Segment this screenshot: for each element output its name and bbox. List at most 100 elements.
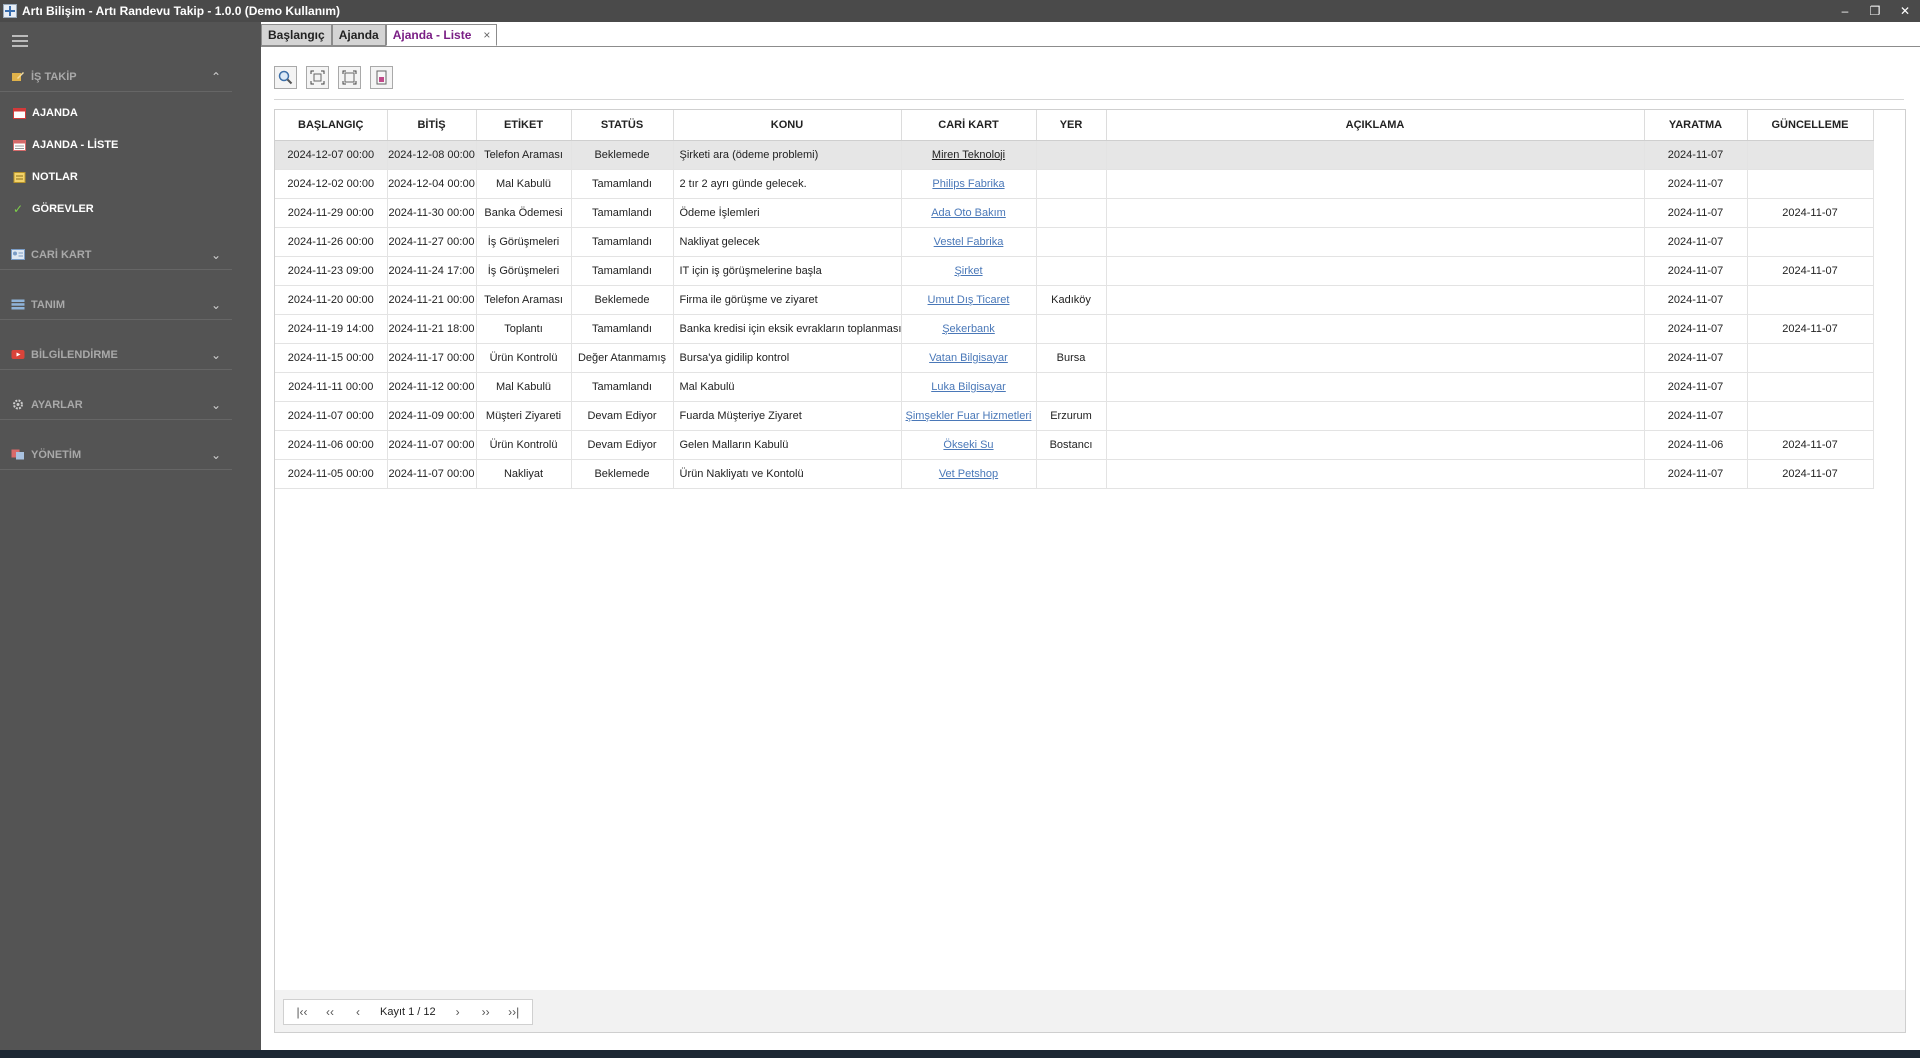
cari-kart-link[interactable]: Miren Teknoloji — [932, 149, 1005, 161]
table-cell: 2024-11-07 — [1644, 343, 1748, 373]
sidebar-group-label: İŞ TAKİP — [31, 70, 77, 83]
cari-kart-link[interactable]: Şimşekler Fuar Hizmetleri — [906, 410, 1032, 422]
table-row[interactable]: 2024-11-07 00:00 2024-11-09 00:00 Müşteri … — [275, 401, 1874, 431]
table-cell — [1106, 198, 1645, 228]
table-cell: Devam Ediyor — [571, 401, 674, 431]
table-cell: Philips Fabrika — [901, 169, 1037, 199]
table-row[interactable]: 2024-12-07 00:00 2024-12-08 00:00 Telefon … — [275, 140, 1874, 170]
sidebar-group-ayarlar[interactable]: AYARLAR ⌄ — [0, 390, 232, 420]
search-button[interactable] — [274, 66, 297, 89]
users-icon — [11, 449, 24, 460]
next-page-group-button[interactable]: ›› — [472, 1001, 500, 1023]
sidebar-group-bilgilendirme[interactable]: BİLGİLENDİRME ⌄ — [0, 340, 232, 370]
export-button[interactable] — [370, 66, 393, 89]
cari-kart-link[interactable]: Şirket — [954, 265, 982, 277]
sidebar-item-ajanda[interactable]: AJANDA — [0, 101, 232, 125]
column-header[interactable]: YARATMA — [1644, 110, 1748, 141]
table-cell — [1747, 169, 1874, 199]
tab-label: Ajanda - Liste — [392, 28, 472, 42]
table-cell: Tamamlandı — [571, 256, 674, 286]
table-cell: 2024-11-19 14:00 — [275, 314, 388, 344]
tab-ajanda-liste[interactable]: Ajanda - Liste × — [385, 24, 498, 46]
tab-label: Başlangıç — [268, 28, 325, 42]
table-row[interactable]: 2024-11-23 09:00 2024-11-24 17:00 İş Görüş… — [275, 256, 1874, 286]
cari-kart-link[interactable]: Umut Dış Ticaret — [928, 294, 1010, 306]
expand-button[interactable] — [306, 66, 329, 89]
table-row[interactable]: 2024-11-26 00:00 2024-11-27 00:00 İş Görüş… — [275, 227, 1874, 257]
column-header[interactable]: AÇIKLAMA — [1106, 110, 1645, 141]
first-page-button[interactable]: |‹‹ — [288, 1001, 316, 1023]
cari-kart-link[interactable]: Ökseki Su — [943, 439, 993, 451]
table-row[interactable]: 2024-11-06 00:00 2024-11-07 00:00 Ürün Kon… — [275, 430, 1874, 460]
pencil-note-icon — [12, 72, 24, 81]
table-row[interactable]: 2024-12-02 00:00 2024-12-04 00:00 Mal Kabu… — [275, 169, 1874, 199]
column-header[interactable]: ETİKET — [476, 110, 572, 141]
column-header[interactable]: BİTİŞ — [387, 110, 477, 141]
column-header[interactable]: YER — [1036, 110, 1107, 141]
last-page-button[interactable]: ››| — [500, 1001, 528, 1023]
column-header[interactable]: KONU — [673, 110, 902, 141]
table-cell: 2024-11-21 00:00 — [387, 285, 477, 315]
column-header[interactable]: CARİ KART — [901, 110, 1037, 141]
table-row[interactable]: 2024-11-20 00:00 2024-11-21 00:00 Telefon … — [275, 285, 1874, 315]
tab-baslangic[interactable]: Başlangıç — [261, 24, 332, 46]
table-cell — [1106, 459, 1645, 489]
prev-page-button[interactable]: ‹ — [344, 1001, 372, 1023]
chevron-down-icon: ⌄ — [210, 347, 221, 362]
table-cell: Beklemede — [571, 285, 674, 315]
data-grid: BAŞLANGIÇ BİTİŞ ETİKET STATÜS KONU CARİ KART Y… — [274, 109, 1906, 1033]
table-row[interactable]: 2024-11-11 00:00 2024-11-12 00:00 Mal Kabu… — [275, 372, 1874, 402]
sidebar-group-is-takip[interactable]: İŞ TAKİP ⌃ — [0, 62, 232, 92]
cari-kart-link[interactable]: Vet Petshop — [939, 468, 998, 480]
table-row[interactable]: 2024-11-05 00:00 2024-11-07 00:00 Nakliyat… — [275, 459, 1874, 489]
cari-kart-link[interactable]: Luka Bilgisayar — [931, 381, 1006, 393]
column-header[interactable]: BAŞLANGIÇ — [275, 110, 388, 141]
sidebar-group-tanim[interactable]: TANIM ⌄ — [0, 290, 232, 320]
tab-ajanda[interactable]: Ajanda — [331, 24, 386, 46]
collapse-button[interactable] — [338, 66, 361, 89]
sidebar-group-yonetim[interactable]: YÖNETİM ⌄ — [0, 440, 232, 470]
sidebar-item-notlar[interactable]: NOTLAR — [0, 165, 232, 189]
column-header[interactable]: GÜNCELLEME — [1747, 110, 1874, 141]
sidebar-group-label: TANIM — [31, 298, 66, 311]
table-cell: Müşteri Ziyareti — [476, 401, 572, 431]
chevron-up-icon: ⌃ — [210, 69, 221, 84]
table-cell: 2024-11-09 00:00 — [387, 401, 477, 431]
id-card-icon — [11, 249, 25, 260]
column-header[interactable]: STATÜS — [571, 110, 674, 141]
table-row[interactable]: 2024-11-19 14:00 2024-11-21 18:00 Toplantı… — [275, 314, 1874, 344]
sidebar-item-gorevler[interactable]: ✓ GÖREVLER — [0, 197, 232, 221]
close-window-button[interactable]: ✕ — [1890, 0, 1920, 22]
next-page-button[interactable]: › — [444, 1001, 472, 1023]
cari-kart-link[interactable]: Şekerbank — [942, 323, 995, 335]
sidebar-item-ajanda-liste[interactable]: AJANDA - LİSTE — [0, 133, 232, 157]
prev-page-group-button[interactable]: ‹‹ — [316, 1001, 344, 1023]
table-cell: Ürün Kontrolü — [476, 430, 572, 460]
table-cell: 2024-11-07 — [1644, 285, 1748, 315]
table-cell: 2024-11-07 — [1644, 140, 1748, 170]
sidebar-group-cari-kart[interactable]: CARİ KART ⌄ — [0, 240, 232, 270]
table-row[interactable]: 2024-11-29 00:00 2024-11-30 00:00 Banka Öd… — [275, 198, 1874, 228]
table-cell: 2024-11-07 — [1747, 256, 1874, 286]
chevron-down-icon: ⌄ — [210, 297, 221, 312]
tab-close-icon[interactable]: × — [483, 28, 490, 42]
table-cell — [1106, 227, 1645, 257]
table-cell: Ada Oto Bakım — [901, 198, 1037, 228]
cari-kart-link[interactable]: Vestel Fabrika — [934, 236, 1004, 248]
table-cell — [1106, 140, 1645, 170]
table-cell: 2024-12-02 00:00 — [275, 169, 388, 199]
cari-kart-link[interactable]: Philips Fabrika — [932, 178, 1004, 190]
table-cell: 2024-11-21 18:00 — [387, 314, 477, 344]
table-row[interactable]: 2024-11-15 00:00 2024-11-17 00:00 Ürün Kon… — [275, 343, 1874, 373]
table-cell: Tamamlandı — [571, 227, 674, 257]
minimize-button[interactable]: – — [1830, 0, 1860, 22]
hamburger-menu-icon[interactable] — [12, 35, 28, 47]
cari-kart-link[interactable]: Ada Oto Bakım — [931, 207, 1006, 219]
restore-button[interactable]: ❐ — [1860, 0, 1890, 22]
cari-kart-link[interactable]: Vatan Bilgisayar — [929, 352, 1008, 364]
table-cell — [1747, 343, 1874, 373]
table-cell: 2024-11-11 00:00 — [275, 372, 388, 402]
table-cell: Tamamlandı — [571, 198, 674, 228]
chevron-down-icon: ⌄ — [210, 247, 221, 262]
table-cell: 2024-11-07 — [1644, 314, 1748, 344]
